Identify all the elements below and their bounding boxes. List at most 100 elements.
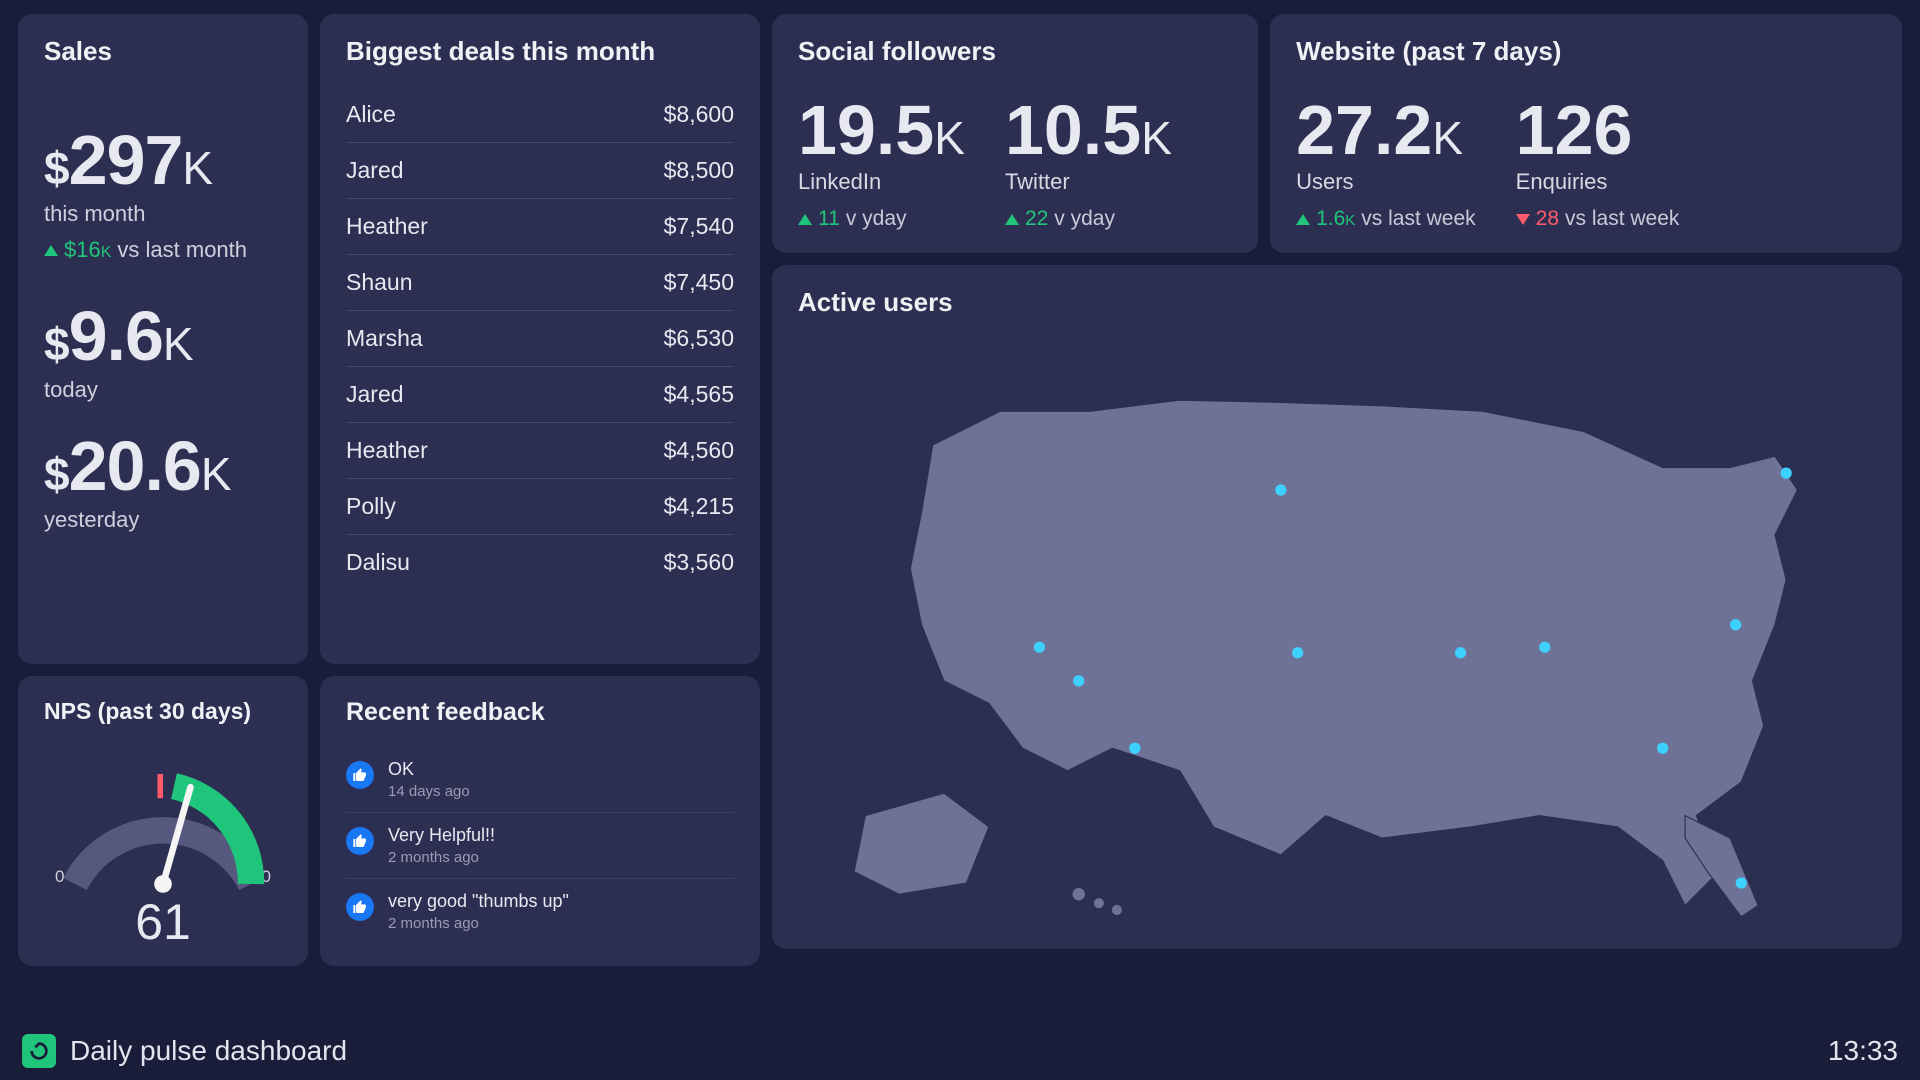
map-dot bbox=[1730, 619, 1741, 630]
sales-yesterday-value: $20.6k bbox=[44, 431, 282, 501]
sales-yesterday-label: yesterday bbox=[44, 507, 282, 533]
deal-amount: $4,215 bbox=[664, 493, 734, 520]
kpi: 19.5kLinkedIn11v yday bbox=[798, 95, 965, 231]
deal-name: Alice bbox=[346, 101, 396, 128]
us-hawaii-3 bbox=[1111, 904, 1122, 915]
deal-name: Marsha bbox=[346, 325, 423, 352]
deal-name: Dalisu bbox=[346, 549, 410, 576]
deal-name: Heather bbox=[346, 437, 428, 464]
kpi-value: 27.2k bbox=[1296, 95, 1476, 165]
deal-row: Polly $4,215 bbox=[346, 479, 734, 535]
feedback-time: 2 months ago bbox=[388, 849, 495, 866]
deal-amount: $7,540 bbox=[664, 213, 734, 240]
deal-row: Jared $4,565 bbox=[346, 367, 734, 423]
sales-month-label: this month bbox=[44, 201, 282, 227]
deals-title: Biggest deals this month bbox=[346, 36, 734, 67]
sales-month-value: $297k bbox=[44, 125, 282, 195]
deal-row: Marsha$6,530 bbox=[346, 311, 734, 367]
kpi-delta: 1.6Kvs last week bbox=[1296, 207, 1476, 231]
map-dot bbox=[1073, 675, 1084, 686]
deal-amount: $4,560 bbox=[664, 437, 734, 464]
feedback-text: Very Helpful!! bbox=[388, 825, 495, 846]
sales-month-delta: $16K vs last month bbox=[44, 237, 282, 263]
deal-amount: $3,560 bbox=[664, 549, 734, 576]
sales-title: Sales bbox=[44, 36, 282, 67]
deal-name: Heather bbox=[346, 213, 428, 240]
map-dot bbox=[1455, 647, 1466, 658]
kpi-delta: 28vs last week bbox=[1516, 207, 1680, 231]
up-arrow-icon bbox=[1296, 214, 1310, 225]
map-title: Active users bbox=[798, 287, 1876, 318]
map-dot bbox=[1539, 642, 1550, 653]
kpi-label: Users bbox=[1296, 169, 1476, 195]
kpi-label: Twitter bbox=[1005, 169, 1172, 195]
deal-row: Heather $7,540 bbox=[346, 199, 734, 255]
deals-list: Alice $8,600 Jared $8,500 Heather $7,540 Shaun… bbox=[346, 87, 734, 590]
clock: 13:33 bbox=[1828, 1035, 1898, 1067]
nps-title: NPS (past 30 days) bbox=[44, 698, 282, 725]
deal-row: Shaun$7,450 bbox=[346, 255, 734, 311]
feedback-card: Recent feedback OK 14 days ago Very Helpfu… bbox=[320, 676, 760, 966]
deal-name: Shaun bbox=[346, 269, 413, 296]
down-arrow-icon bbox=[1516, 214, 1530, 225]
us-alaska bbox=[854, 793, 989, 894]
deal-amount: $4,565 bbox=[664, 381, 734, 408]
map-dot bbox=[1292, 647, 1303, 658]
us-hawaii-1 bbox=[1072, 887, 1085, 900]
deal-row: Alice $8,600 bbox=[346, 87, 734, 143]
map-dot bbox=[1129, 743, 1140, 754]
dashboard-title: Daily pulse dashboard bbox=[70, 1035, 347, 1067]
social-title: Social followers bbox=[798, 36, 1232, 67]
kpi-value: 10.5k bbox=[1005, 95, 1172, 165]
deal-row: Jared $8,500 bbox=[346, 143, 734, 199]
up-arrow-icon bbox=[1005, 214, 1019, 225]
thumbs-up-icon bbox=[346, 893, 374, 921]
feedback-text: OK bbox=[388, 759, 470, 780]
active-users-card: Active users bbox=[772, 265, 1902, 949]
sales-card: Sales $297k this month $16K vs last mont… bbox=[18, 14, 308, 664]
sales-month-block: $297k this month $16K vs last month bbox=[44, 125, 282, 263]
kpi-delta: 22v yday bbox=[1005, 207, 1172, 231]
us-hawaii-2 bbox=[1093, 898, 1104, 909]
deal-row: Dalisu $3,560 bbox=[346, 535, 734, 590]
website-kpi-row: 27.2k Users 1.6Kvs last week 126 Enquiries 28… bbox=[1296, 95, 1876, 231]
feedback-time: 14 days ago bbox=[388, 783, 470, 800]
map-dot bbox=[1034, 642, 1045, 653]
social-kpi-row: 19.5kLinkedIn11v yday 10.5k Twitter 22v yda… bbox=[798, 95, 1232, 231]
kpi: 10.5k Twitter 22v yday bbox=[1005, 95, 1172, 231]
sales-today-value: $9.6k bbox=[44, 301, 282, 371]
us-mainland bbox=[910, 400, 1797, 905]
deal-name: Jared bbox=[346, 157, 404, 184]
deal-amount: $8,500 bbox=[664, 157, 734, 184]
kpi-label: Enquiries bbox=[1516, 169, 1680, 195]
kpi-value: 19.5k bbox=[798, 95, 965, 165]
deals-card: Biggest deals this month Alice $8,600 Jare… bbox=[320, 14, 760, 664]
feedback-title: Recent feedback bbox=[346, 698, 734, 727]
deal-name: Polly bbox=[346, 493, 396, 520]
kpi: 27.2k Users 1.6Kvs last week bbox=[1296, 95, 1476, 231]
up-arrow-icon bbox=[44, 245, 58, 256]
website-card: Website (past 7 days) 27.2k Users 1.6Kvs l… bbox=[1270, 14, 1902, 253]
map-dot bbox=[1657, 743, 1668, 754]
map-dot bbox=[1736, 877, 1747, 888]
feedback-row: OK 14 days ago bbox=[346, 747, 734, 813]
sales-today-label: today bbox=[44, 377, 282, 403]
feedback-list: OK 14 days ago Very Helpful!! 2 months ago v… bbox=[346, 747, 734, 944]
thumbs-up-icon bbox=[346, 827, 374, 855]
website-title: Website (past 7 days) bbox=[1296, 36, 1876, 67]
feedback-text: very good "thumbs up" bbox=[388, 891, 569, 912]
kpi-value: 126 bbox=[1516, 95, 1680, 165]
deal-amount: $8,600 bbox=[664, 101, 734, 128]
app-logo-icon bbox=[22, 1034, 56, 1068]
us-map bbox=[798, 338, 1876, 934]
deal-name: Jared bbox=[346, 381, 404, 408]
kpi: 126 Enquiries 28vs last week bbox=[1516, 95, 1680, 231]
thumbs-up-icon bbox=[346, 761, 374, 789]
map-dot bbox=[1781, 468, 1792, 479]
nps-gauge bbox=[53, 749, 273, 909]
deal-row: Heather $4,560 bbox=[346, 423, 734, 479]
social-card: Social followers 19.5kLinkedIn11v yday 10… bbox=[772, 14, 1258, 253]
up-arrow-icon bbox=[798, 214, 812, 225]
nps-card: NPS (past 30 days) 0 100 61 bbox=[18, 676, 308, 966]
feedback-row: very good "thumbs up"2 months ago bbox=[346, 879, 734, 944]
